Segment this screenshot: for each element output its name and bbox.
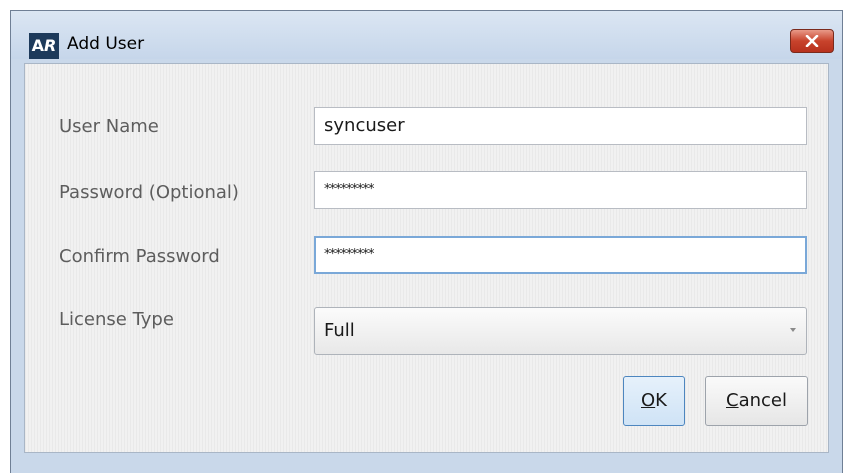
app-logo-letter-a: A bbox=[31, 36, 45, 55]
title-bar[interactable]: AR Add User bbox=[11, 11, 842, 59]
license-type-value: Full bbox=[324, 320, 355, 341]
cancel-button[interactable]: Cancel bbox=[705, 376, 808, 426]
chevron-down-icon bbox=[790, 328, 796, 332]
password-value: ********* bbox=[324, 182, 374, 197]
ok-label-rest: K bbox=[655, 390, 667, 411]
user-name-value: syncuser bbox=[324, 115, 405, 136]
dialog-title: Add User bbox=[67, 34, 145, 54]
confirm-password-value: ********* bbox=[324, 247, 374, 262]
form-panel: User Name syncuser Password (Optional) *… bbox=[24, 63, 829, 453]
close-x-icon bbox=[805, 35, 819, 47]
ok-mnemonic: O bbox=[641, 390, 656, 411]
license-type-select[interactable]: Full bbox=[314, 307, 807, 355]
app-logo-icon: AR bbox=[29, 33, 59, 59]
confirm-password-label: Confirm Password bbox=[59, 246, 220, 267]
cancel-label-rest: ancel bbox=[738, 390, 787, 411]
password-label: Password (Optional) bbox=[59, 182, 239, 203]
app-logo-letter-r: R bbox=[44, 36, 57, 55]
user-name-label: User Name bbox=[59, 116, 159, 137]
license-type-label: License Type bbox=[59, 309, 174, 330]
close-button[interactable] bbox=[790, 29, 834, 53]
add-user-dialog: AR Add User User Name syncuser Password … bbox=[10, 10, 843, 473]
password-input[interactable]: ********* bbox=[314, 171, 807, 209]
cancel-mnemonic: C bbox=[726, 390, 739, 411]
ok-button[interactable]: OK bbox=[623, 376, 685, 426]
confirm-password-input[interactable]: ********* bbox=[314, 236, 807, 274]
user-name-input[interactable]: syncuser bbox=[314, 107, 807, 145]
